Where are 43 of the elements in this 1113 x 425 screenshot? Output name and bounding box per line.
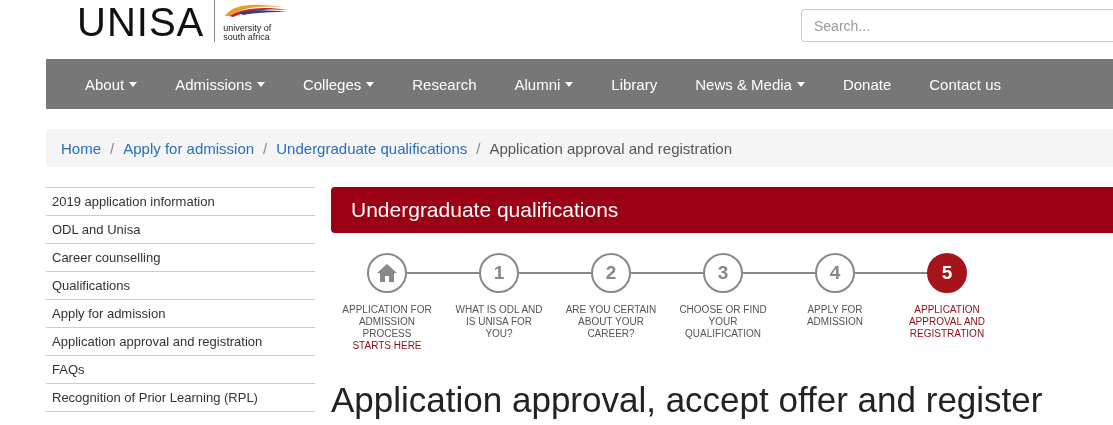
nav-item[interactable]: Admissions <box>156 75 284 93</box>
sidebar-item[interactable]: FAQs <box>46 356 315 384</box>
breadcrumb-separator: / <box>475 139 482 157</box>
page-heading: Application approval, accept offer and register <box>331 380 1044 420</box>
sidebar-item[interactable]: Recognition of Prior Learning (RPL) <box>46 384 315 412</box>
breadcrumb-separator: / <box>262 139 269 157</box>
sidebar-item[interactable]: Career counselling <box>46 244 315 272</box>
nav-item[interactable]: Contact us <box>910 75 1020 93</box>
step-circle[interactable]: 2 <box>591 253 631 293</box>
breadcrumb-link[interactable]: Apply for admission <box>123 139 255 157</box>
nav-item[interactable]: Research <box>393 75 496 93</box>
breadcrumb-link[interactable]: Home <box>61 139 101 157</box>
sidebar-item[interactable]: Apply for admission <box>46 300 315 328</box>
step-circle[interactable] <box>367 253 407 293</box>
nav-item[interactable]: Colleges <box>283 75 394 93</box>
logo-tagline: university of south africa <box>223 24 273 42</box>
step-circle[interactable]: 4 <box>815 253 855 293</box>
nav-item[interactable]: About <box>66 75 157 93</box>
step-label: APPLICATION FOR ADMISSION PROCESS <box>341 304 433 340</box>
sidebar-item[interactable]: Qualifications <box>46 272 315 300</box>
step-label: WHAT IS ODL AND IS UNISA FOR YOU? <box>454 304 544 340</box>
sidebar-item[interactable]: 2019 application information <box>46 188 315 216</box>
step-circle[interactable]: 5 <box>927 253 967 293</box>
step-label: APPLY FOR ADMISSION <box>805 304 865 328</box>
step-label: APPLICATION APPROVAL AND REGISTRATION <box>907 304 987 340</box>
home-icon <box>377 264 397 282</box>
section-banner: Undergraduate qualifications <box>331 187 1113 233</box>
step-circle[interactable]: 1 <box>479 253 519 293</box>
nav-item[interactable]: News & Media <box>676 75 824 93</box>
nav-item[interactable]: Donate <box>823 75 911 93</box>
current-page-label: Application approval and registration <box>489 139 733 157</box>
sidebar-item[interactable]: Application approval and registration <box>46 328 315 356</box>
nav-item[interactable]: Alumni <box>495 75 593 93</box>
step-label: CHOOSE OR FIND YOUR QUALIFICATION <box>678 304 768 340</box>
step-note: STARTS HERE <box>352 340 422 352</box>
step-label: ARE YOU CERTAIN ABOUT YOUR CAREER? <box>565 304 657 340</box>
nav-item[interactable]: Library <box>592 75 677 93</box>
step-circle[interactable]: 3 <box>703 253 743 293</box>
logo-wordmark: UNISA <box>77 2 205 42</box>
search-field[interactable]: Search... <box>801 9 1113 42</box>
breadcrumb-separator: / <box>109 139 116 157</box>
breadcrumb-link[interactable]: Undergraduate qualifications <box>276 139 468 157</box>
sidebar-item[interactable]: ODL and Unisa <box>46 216 315 244</box>
